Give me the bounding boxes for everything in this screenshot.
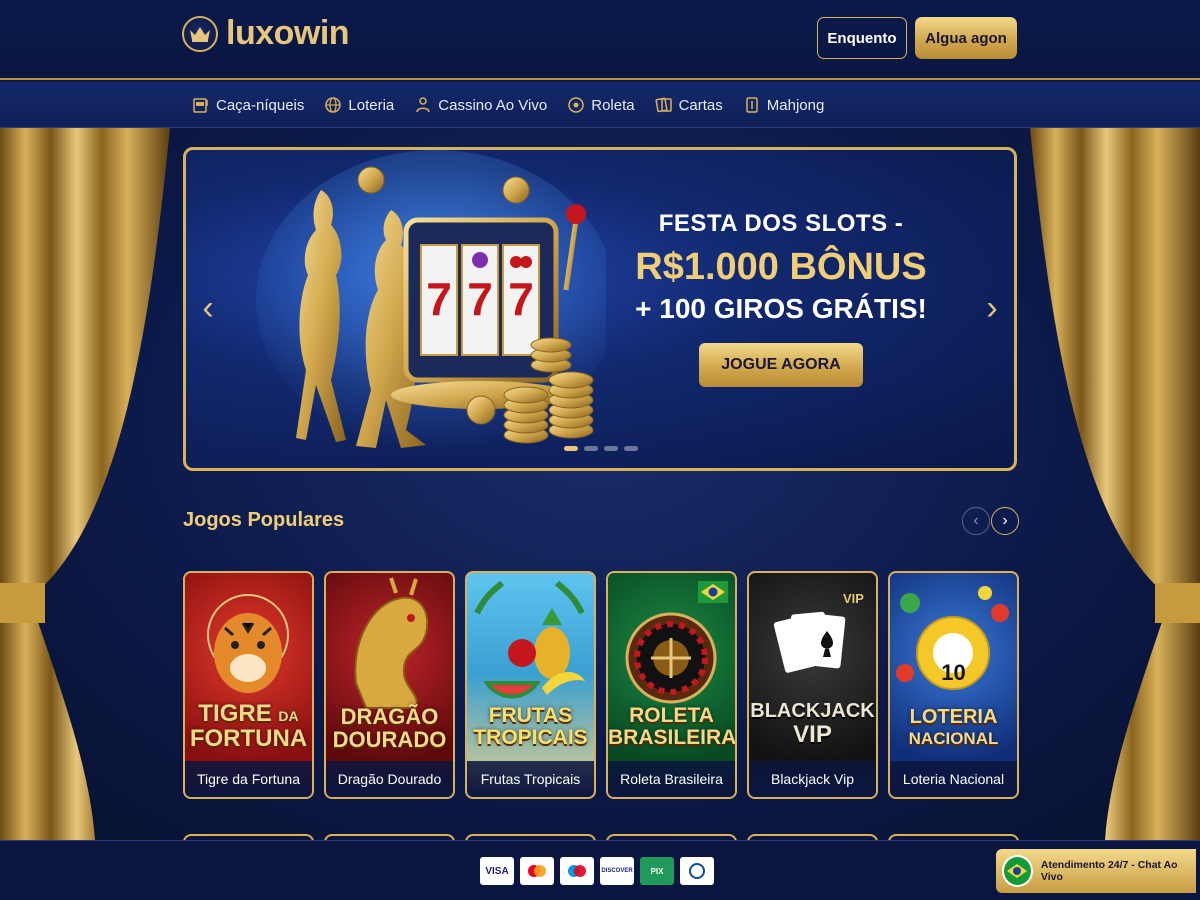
game-art-title: VIP	[793, 721, 832, 748]
banner-headline: FESTA DOS SLOTS -	[658, 210, 904, 237]
nav-item-label: Mahjong	[766, 96, 825, 114]
mahjong-tile-icon	[746, 97, 758, 113]
nav-item-label: Cartas	[678, 96, 723, 114]
game-art-title: NACIONAL	[908, 729, 999, 748]
globe-icon	[325, 97, 342, 113]
game-caption: Roleta Brasileira	[608, 761, 735, 797]
curtain-right	[1030, 128, 1200, 840]
games-prev-arrow-icon[interactable]: ‹	[962, 507, 990, 535]
svg-text:7: 7	[426, 273, 452, 325]
brand-logo[interactable]: luxowin	[182, 14, 350, 53]
banner-text-block: FESTA DOS SLOTS - R$1.000 BÔNUS + 100 GI…	[616, 210, 946, 387]
nav-item-label: Caça-níqueis	[216, 96, 305, 114]
nav-item-label: Cassino Ao Vivo	[438, 96, 548, 114]
nav-item-cards[interactable]: Cartas	[655, 96, 723, 114]
game-art-title: DOURADO	[332, 727, 447, 753]
game-caption: Tigre da Fortuna	[185, 761, 312, 797]
brazil-flag-icon	[1002, 855, 1033, 887]
brand-name: luxowin	[226, 14, 350, 52]
game-art-title: DRAGÃO	[340, 704, 439, 729]
game-caption: Loteria Nacional	[890, 761, 1017, 797]
login-button[interactable]: Enquento	[817, 17, 907, 59]
game-art-title: DA	[278, 708, 299, 724]
roulette-icon	[568, 97, 584, 113]
banner-pagination	[564, 446, 638, 451]
banner-next-arrow-icon[interactable]: ›	[980, 288, 1004, 328]
category-nav: Caça-níqueis Loteria Cassino Ao Vivo Rol…	[0, 82, 1200, 128]
game-card-dragao-dourado[interactable]: DRAGÃO DOURADO Dragão Dourado	[324, 571, 455, 799]
games-next-arrow-icon[interactable]: ›	[991, 507, 1019, 535]
game-art-title: BRASILEIRA	[608, 726, 737, 750]
nav-item-mahjong[interactable]: Mahjong	[743, 96, 825, 114]
diners-club-logo	[680, 857, 714, 885]
nav-item-slots[interactable]: Caça-níqueis	[192, 96, 304, 114]
section-title-popular: Jogos Populares	[183, 509, 345, 531]
nav-item-label: Roleta	[591, 96, 635, 114]
game-caption: Dragão Dourado	[326, 761, 453, 797]
game-card-loteria-nacional[interactable]: 10 LOTERIA NACIONAL Loteria Nacional	[888, 571, 1019, 799]
banner-dot[interactable]	[564, 446, 578, 451]
ball-number: 10	[941, 660, 966, 685]
banner-free-spins: + 100 GIROS GRÁTIS!	[635, 293, 927, 324]
game-art-title: TIGRE	[198, 700, 272, 727]
vip-badge: VIP	[843, 591, 864, 606]
promo-banner[interactable]: 7 7 7 FESTA DOS SLOTS - R$1.000 BÔNUS + …	[183, 147, 1017, 471]
banner-bonus-amount: R$1.000 BÔNUS	[635, 246, 927, 288]
curtain-left	[0, 128, 170, 840]
site-header: luxowin Enquento Algua agon	[0, 0, 1200, 80]
game-art-title: BLACKJACK	[750, 700, 875, 722]
register-button[interactable]: Algua agon	[915, 17, 1017, 59]
banner-dot[interactable]	[604, 446, 618, 451]
game-art-title: LOTERIA	[909, 706, 998, 728]
maestro-logo	[560, 857, 594, 885]
visa-logo: VISA	[480, 857, 514, 885]
live-chat-label: Atendimento 24/7 - Chat Ao Vivo	[1040, 859, 1178, 883]
dealer-icon	[416, 97, 431, 113]
crown-icon	[182, 15, 218, 52]
game-art-title: TROPICAIS	[473, 726, 588, 750]
game-card-frutas-tropicais[interactable]: FRUTAS TROPICAIS Frutas Tropicais	[465, 571, 596, 799]
game-art-title: FORTUNA	[189, 725, 308, 753]
nav-item-label: Loteria	[348, 96, 395, 114]
discover-logo: DISCOVER	[600, 857, 634, 885]
game-art-title: ROLETA	[629, 704, 714, 727]
nav-item-live-casino[interactable]: Cassino Ao Vivo	[414, 96, 547, 114]
banner-dot[interactable]	[584, 446, 598, 451]
nav-item-lottery[interactable]: Loteria	[324, 96, 394, 114]
play-now-button[interactable]: JOGUE AGORA	[699, 343, 863, 387]
mastercard-logo	[520, 857, 554, 885]
slot-machine-icon	[193, 98, 208, 113]
svg-text:7: 7	[508, 273, 534, 325]
game-caption: Blackjack Vip	[749, 761, 876, 797]
slot-machine-illustration: 7 7 7	[256, 150, 606, 450]
game-card-tigre-da-fortuna[interactable]: TIGRE DA FORTUNA Tigre da Fortuna	[183, 571, 314, 799]
cards-icon	[655, 97, 672, 113]
live-chat-button[interactable]: Atendimento 24/7 - Chat Ao Vivo	[996, 849, 1196, 893]
payment-methods: VISA DISCOVER PIX	[480, 857, 714, 885]
nav-item-roulette[interactable]: Roleta	[567, 96, 635, 114]
game-caption: Frutas Tropicais	[467, 761, 594, 797]
game-art-title: FRUTAS	[488, 704, 573, 727]
game-card-blackjack-vip[interactable]: VIP BLACKJACK VIP Blackjack Vip	[747, 571, 878, 799]
pix-logo: PIX	[640, 857, 674, 885]
banner-dot[interactable]	[624, 446, 638, 451]
banner-prev-arrow-icon[interactable]: ‹	[196, 288, 220, 328]
svg-text:7: 7	[467, 273, 493, 325]
game-card-roleta-brasileira[interactable]: ROLETA BRASILEIRA Roleta Brasileira	[606, 571, 737, 799]
popular-games-list: TIGRE DA FORTUNA Tigre da Fortuna DRAGÃO…	[183, 571, 1019, 799]
